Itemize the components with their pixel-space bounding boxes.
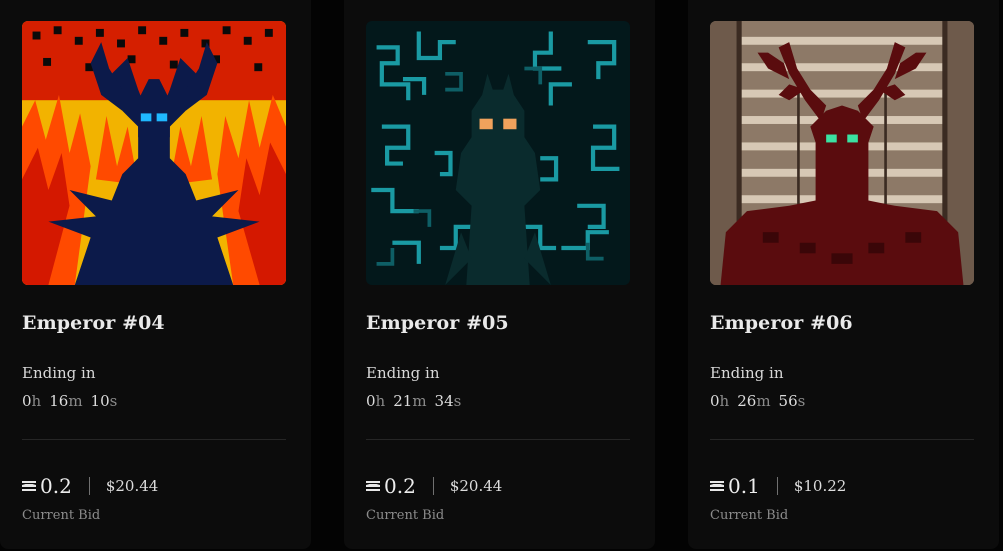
timer-hours-unit: h: [375, 392, 386, 410]
timer-minutes-unit: m: [68, 392, 83, 410]
divider: [366, 439, 630, 440]
nft-artwork-image[interactable]: [22, 21, 286, 285]
price-row: 0.1 $10.22: [710, 474, 846, 498]
nft-artwork-image[interactable]: [710, 21, 974, 285]
ethereum-icon: [22, 480, 36, 492]
ending-in-label: Ending in: [22, 364, 96, 382]
separator: [776, 477, 778, 495]
current-bid-usd: $10.22: [793, 477, 847, 495]
ending-in-label: Ending in: [366, 364, 440, 382]
nft-title[interactable]: Emperor #04: [22, 312, 165, 334]
nft-card-emperor-04[interactable]: Emperor #04 Ending in 0h 16m 10s 0.2 $20.4…: [0, 0, 311, 549]
separator: [432, 477, 434, 495]
nft-title[interactable]: Emperor #06: [710, 312, 853, 334]
current-bid-label: Current Bid: [22, 508, 101, 523]
divider: [22, 439, 286, 440]
current-bid-usd: $20.44: [105, 477, 159, 495]
timer-seconds: 10: [90, 392, 110, 410]
countdown-timer: 0h 16m 10s: [22, 392, 117, 410]
timer-minutes: 26: [737, 392, 757, 410]
timer-minutes: 16: [49, 392, 69, 410]
ethereum-icon: [366, 480, 380, 492]
countdown-timer: 0h 26m 56s: [710, 392, 805, 410]
timer-hours: 0: [710, 392, 720, 410]
artwork-teal-emperor: [366, 21, 630, 285]
artwork-antler-emperor: [710, 21, 974, 285]
timer-seconds: 56: [778, 392, 798, 410]
timer-minutes: 21: [393, 392, 413, 410]
nft-title[interactable]: Emperor #05: [366, 312, 509, 334]
timer-seconds: 34: [434, 392, 454, 410]
timer-hours: 0: [366, 392, 376, 410]
timer-seconds-unit: s: [109, 392, 118, 410]
separator: [88, 477, 90, 495]
timer-hours-unit: h: [719, 392, 730, 410]
current-bid-label: Current Bid: [710, 508, 789, 523]
divider: [710, 439, 974, 440]
timer-hours: 0: [22, 392, 32, 410]
nft-card-emperor-06[interactable]: Emperor #06 Ending in 0h 26m 56s 0.1 $10.2…: [688, 0, 999, 549]
current-bid-eth: 0.2: [384, 474, 416, 498]
ending-in-label: Ending in: [710, 364, 784, 382]
countdown-timer: 0h 21m 34s: [366, 392, 461, 410]
ethereum-icon: [710, 480, 724, 492]
artwork-fire-emperor: [22, 21, 286, 285]
current-bid-usd: $20.44: [449, 477, 503, 495]
price-row: 0.2 $20.44: [366, 474, 502, 498]
timer-seconds-unit: s: [797, 392, 806, 410]
timer-minutes-unit: m: [412, 392, 427, 410]
current-bid-eth: 0.1: [728, 474, 760, 498]
nft-card-emperor-05[interactable]: Emperor #05 Ending in 0h 21m 34s 0.2 $20.4…: [344, 0, 655, 549]
price-row: 0.2 $20.44: [22, 474, 158, 498]
current-bid-eth: 0.2: [40, 474, 72, 498]
current-bid-label: Current Bid: [366, 508, 445, 523]
timer-seconds-unit: s: [453, 392, 462, 410]
timer-hours-unit: h: [31, 392, 42, 410]
timer-minutes-unit: m: [756, 392, 771, 410]
nft-artwork-image[interactable]: [366, 21, 630, 285]
